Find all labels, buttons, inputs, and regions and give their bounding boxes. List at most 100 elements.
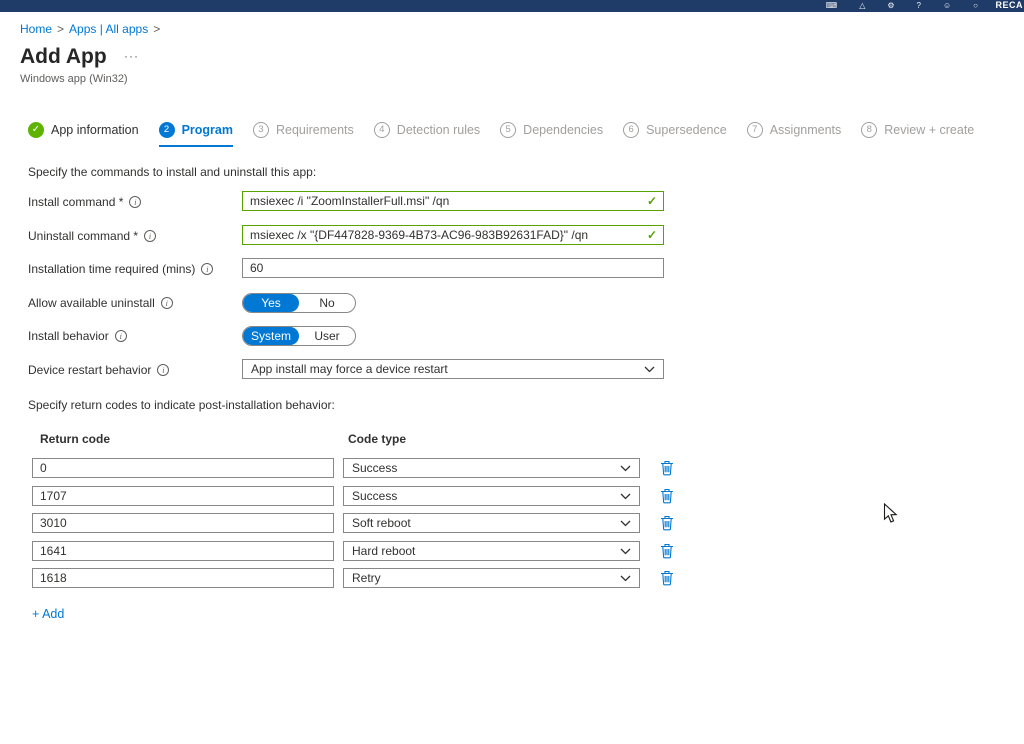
- return-code-row: Success: [32, 458, 682, 478]
- breadcrumb-home-link[interactable]: Home: [20, 22, 52, 36]
- info-icon[interactable]: i: [129, 196, 141, 208]
- chevron-down-icon: [644, 366, 655, 373]
- tab-app-information[interactable]: ✓ App information: [28, 122, 139, 147]
- step-number-badge: 5: [500, 122, 516, 138]
- step-label: Assignments: [770, 123, 842, 137]
- trash-icon: [660, 488, 674, 504]
- uninstall-command-label: Uninstall command * i: [28, 229, 156, 243]
- delete-row-button[interactable]: [660, 460, 674, 476]
- delete-row-button[interactable]: [660, 515, 674, 531]
- return-code-row: Soft reboot: [32, 513, 682, 533]
- return-code-field: [32, 486, 334, 506]
- delete-row-button[interactable]: [660, 570, 674, 586]
- return-code-field: [32, 513, 334, 533]
- keyboard-icon[interactable]: ⌨: [826, 2, 838, 10]
- tab-dependencies[interactable]: 5 Dependencies: [500, 122, 603, 147]
- install-behavior-label: Install behavior i: [28, 329, 127, 343]
- selected-option: App install may force a device restart: [251, 362, 448, 376]
- install-time-label: Installation time required (mins) i: [28, 262, 213, 276]
- return-codes-heading: Specify return codes to indicate post-in…: [28, 398, 335, 412]
- mouse-cursor: [883, 503, 899, 525]
- step-complete-check-icon: ✓: [28, 122, 44, 138]
- column-header-return-code: Return code: [40, 432, 110, 446]
- breadcrumb: Home>Apps | All apps>: [20, 22, 165, 36]
- uninstall-command-field: ✓: [242, 225, 664, 245]
- device-restart-behavior-select[interactable]: App install may force a device restart: [242, 359, 664, 379]
- tab-assignments[interactable]: 7 Assignments: [747, 122, 842, 147]
- tab-requirements[interactable]: 3 Requirements: [253, 122, 354, 147]
- return-code-row: Success: [32, 486, 682, 506]
- return-code-field: [32, 541, 334, 561]
- step-number-badge: 7: [747, 122, 763, 138]
- install-command-input[interactable]: [242, 191, 664, 211]
- commands-heading: Specify the commands to install and unin…: [28, 165, 316, 179]
- install-command-label: Install command * i: [28, 195, 141, 209]
- step-number-badge: 8: [861, 122, 877, 138]
- return-code-field: [32, 458, 334, 478]
- settings-icon[interactable]: ⚙: [887, 2, 894, 10]
- code-type-select[interactable]: Retry: [343, 568, 640, 588]
- code-type-select[interactable]: Hard reboot: [343, 541, 640, 561]
- add-return-code-button[interactable]: + Add: [32, 607, 64, 621]
- trash-icon: [660, 570, 674, 586]
- step-number-badge: 2: [159, 122, 175, 138]
- toggle-option-no[interactable]: No: [299, 294, 355, 312]
- install-time-input[interactable]: [242, 258, 664, 278]
- return-code-input[interactable]: [32, 541, 334, 561]
- azure-topbar: ⌨ △ ⚙ ? ☺ ○ RECA: [0, 0, 1024, 12]
- label-text: Installation time required (mins): [28, 262, 195, 276]
- install-command-field: ✓: [242, 191, 664, 211]
- toggle-option-user[interactable]: User: [299, 327, 355, 345]
- info-icon[interactable]: i: [115, 330, 127, 342]
- step-label: App information: [51, 123, 139, 137]
- title-context-menu-button[interactable]: ···: [124, 49, 139, 63]
- info-icon[interactable]: i: [161, 297, 173, 309]
- column-header-code-type: Code type: [348, 432, 406, 446]
- return-code-input[interactable]: [32, 513, 334, 533]
- install-behavior-toggle[interactable]: System User: [242, 326, 356, 346]
- label-text: Install behavior: [28, 329, 109, 343]
- return-code-row: Hard reboot: [32, 541, 682, 561]
- tab-detection-rules[interactable]: 4 Detection rules: [374, 122, 480, 147]
- step-label: Dependencies: [523, 123, 603, 137]
- wizard-steps: ✓ App information 2 Program 3 Requiremen…: [28, 122, 974, 147]
- chevron-down-icon: [620, 520, 631, 527]
- code-type-select[interactable]: Soft reboot: [343, 513, 640, 533]
- delete-row-button[interactable]: [660, 543, 674, 559]
- notifications-icon[interactable]: △: [859, 2, 865, 10]
- return-code-input[interactable]: [32, 458, 334, 478]
- uninstall-command-input[interactable]: [242, 225, 664, 245]
- step-label: Detection rules: [397, 123, 480, 137]
- tab-supersedence[interactable]: 6 Supersedence: [623, 122, 727, 147]
- trash-icon: [660, 543, 674, 559]
- add-app-page: ⌨ △ ⚙ ? ☺ ○ RECA Home>Apps | All apps> A…: [0, 0, 1024, 744]
- step-number-badge: 6: [623, 122, 639, 138]
- tab-review-create[interactable]: 8 Review + create: [861, 122, 974, 147]
- help-icon[interactable]: ?: [917, 2, 921, 10]
- info-icon[interactable]: i: [201, 263, 213, 275]
- return-code-input[interactable]: [32, 568, 334, 588]
- label-text: Device restart behavior: [28, 363, 151, 377]
- step-number-badge: 4: [374, 122, 390, 138]
- step-label: Requirements: [276, 123, 354, 137]
- info-icon[interactable]: i: [157, 364, 169, 376]
- toggle-option-yes[interactable]: Yes: [243, 294, 299, 312]
- code-type-select[interactable]: Success: [343, 458, 640, 478]
- breadcrumb-apps-link[interactable]: Apps | All apps: [69, 22, 148, 36]
- selected-option: Retry: [352, 571, 381, 585]
- allow-available-uninstall-toggle[interactable]: Yes No: [242, 293, 356, 313]
- info-icon[interactable]: i: [144, 230, 156, 242]
- step-label: Supersedence: [646, 123, 727, 137]
- return-code-input[interactable]: [32, 486, 334, 506]
- feedback-icon[interactable]: ☺: [943, 2, 951, 10]
- account-icon[interactable]: ○: [973, 2, 978, 10]
- chevron-down-icon: [620, 548, 631, 555]
- toggle-option-system[interactable]: System: [243, 327, 299, 345]
- selected-option: Hard reboot: [352, 544, 415, 558]
- delete-row-button[interactable]: [660, 488, 674, 504]
- trash-icon: [660, 460, 674, 476]
- tab-program[interactable]: 2 Program: [159, 122, 233, 147]
- code-type-select[interactable]: Success: [343, 486, 640, 506]
- selected-option: Success: [352, 461, 397, 475]
- page-title: Add App: [20, 45, 107, 69]
